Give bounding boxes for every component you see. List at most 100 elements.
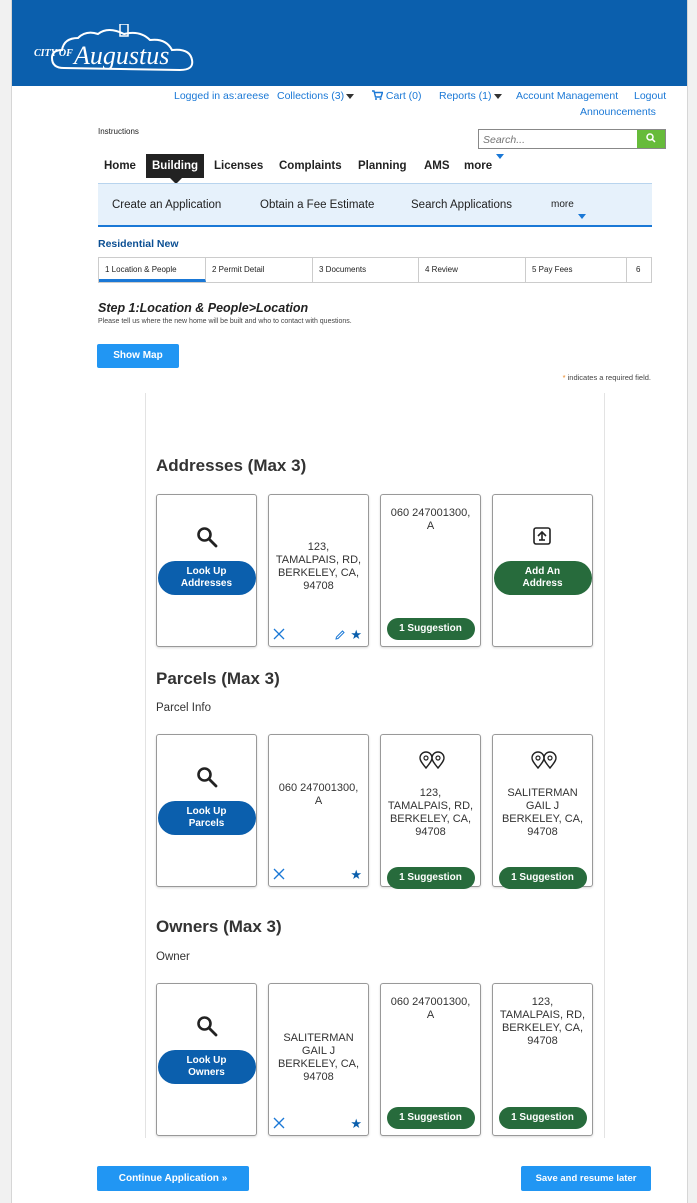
map-pin-icon bbox=[531, 751, 557, 769]
save-resume-later-button[interactable]: Save and resume later bbox=[521, 1166, 651, 1191]
suggestion-button[interactable]: 1 Suggestion bbox=[498, 1107, 587, 1129]
logged-in-link[interactable]: Logged in as:areese bbox=[174, 90, 269, 102]
owner-text: SALITERMAN GAIL J BERKELEY, CA, 94708 bbox=[493, 787, 592, 839]
add-label-1: Add An bbox=[524, 566, 561, 577]
parcel-line: 060 247001300, bbox=[278, 782, 359, 794]
nav-home[interactable]: Home bbox=[104, 154, 136, 178]
search-button[interactable] bbox=[637, 130, 665, 148]
lookup-addresses-card[interactable]: Look Up Addresses bbox=[156, 494, 257, 647]
add-address-button-wrap: Add An Address bbox=[493, 561, 592, 595]
show-map-button[interactable]: Show Map bbox=[97, 344, 179, 368]
continue-application-button[interactable]: Continue Application » bbox=[97, 1166, 249, 1191]
address-text: 123, TAMALPAIS, RD, BERKELEY, CA, 94708 bbox=[381, 787, 480, 839]
global-search bbox=[478, 129, 666, 149]
parcel-address-card[interactable]: 123, TAMALPAIS, RD, BERKELEY, CA, 94708 … bbox=[380, 734, 481, 889]
owner-parcel-card[interactable]: 060 247001300, A 1 Suggestion bbox=[380, 983, 481, 1136]
nav-planning[interactable]: Planning bbox=[358, 154, 407, 178]
announcements-link[interactable]: Announcements bbox=[580, 106, 656, 118]
account-management-link[interactable]: Account Management bbox=[516, 90, 618, 102]
parcels-title: Parcels (Max 3) bbox=[156, 669, 280, 688]
step-3[interactable]: 3 Documents bbox=[313, 258, 419, 282]
suggestion-button[interactable]: 1 Suggestion bbox=[498, 867, 587, 889]
caret-down-icon bbox=[493, 93, 502, 99]
close-icon[interactable] bbox=[273, 868, 285, 880]
nav-licenses[interactable]: Licenses bbox=[214, 154, 263, 178]
owner-line: BERKELEY, CA, bbox=[277, 1058, 360, 1070]
suggestion-button-wrap: 1 Suggestion bbox=[493, 867, 592, 889]
suggestion-button-wrap: 1 Suggestion bbox=[493, 1107, 592, 1129]
lookup-addresses-button[interactable]: Look Up Addresses bbox=[157, 561, 256, 595]
owner-line: GAIL J bbox=[301, 1045, 336, 1057]
address-line: 123, bbox=[307, 541, 330, 553]
nav-building[interactable]: Building bbox=[146, 154, 204, 178]
address-line: 94708 bbox=[415, 826, 446, 838]
address-line: 123, bbox=[531, 996, 554, 1008]
lookup-label-1: Look Up bbox=[186, 1055, 227, 1066]
add-address-button[interactable]: Add An Address bbox=[493, 561, 592, 595]
step-2[interactable]: 2 Permit Detail bbox=[206, 258, 313, 282]
owner-line: 94708 bbox=[527, 826, 558, 838]
logout-link[interactable]: Logout bbox=[634, 90, 666, 102]
parcels-subtitle: Parcel Info bbox=[156, 702, 211, 714]
step-6[interactable]: 6 bbox=[627, 258, 652, 282]
subnav-create-application[interactable]: Create an Application bbox=[112, 199, 221, 211]
star-icon[interactable]: ★ bbox=[350, 868, 362, 881]
caret-down-icon bbox=[346, 93, 355, 99]
cart-link[interactable]: Cart (0) bbox=[372, 90, 422, 102]
address-card[interactable]: 123, TAMALPAIS, RD, BERKELEY, CA, 94708 … bbox=[268, 494, 369, 647]
step-progress: 1 Location & People 2 Permit Detail 3 Do… bbox=[98, 257, 652, 283]
subnav-fee-estimate[interactable]: Obtain a Fee Estimate bbox=[260, 199, 374, 211]
nav-complaints[interactable]: Complaints bbox=[279, 154, 342, 178]
step-title: Step 1:Location & People>Location bbox=[98, 301, 309, 315]
address-line: 123, bbox=[419, 787, 442, 799]
instructions-link[interactable]: Instructions bbox=[98, 127, 139, 136]
owners-title: Owners (Max 3) bbox=[156, 917, 282, 936]
reports-link[interactable]: Reports (1) bbox=[439, 90, 502, 102]
collections-link[interactable]: Collections (3) bbox=[277, 90, 355, 102]
lookup-owners-card[interactable]: Look Up Owners bbox=[156, 983, 257, 1136]
parcel-line: A bbox=[426, 520, 435, 532]
suggestion-button[interactable]: 1 Suggestion bbox=[386, 618, 475, 640]
collections-label: Collections (3) bbox=[277, 90, 345, 102]
suggestion-button[interactable]: 1 Suggestion bbox=[386, 1107, 475, 1129]
caret-down-icon bbox=[577, 214, 586, 219]
lookup-parcels-button[interactable]: Look Up Parcels bbox=[157, 801, 256, 835]
nav-more[interactable]: more bbox=[464, 154, 505, 178]
lookup-addresses-button-wrap: Look Up Addresses bbox=[157, 561, 256, 595]
parcel-card[interactable]: 060 247001300, A ★ bbox=[268, 734, 369, 887]
add-label-2: Address bbox=[522, 578, 563, 589]
required-star: * bbox=[562, 373, 566, 382]
subnav-more[interactable]: more bbox=[551, 199, 586, 219]
step-5[interactable]: 5 Pay Fees bbox=[526, 258, 627, 282]
suggestion-button-wrap: 1 Suggestion bbox=[381, 618, 480, 640]
add-address-card[interactable]: Add An Address bbox=[492, 494, 593, 647]
lookup-parcels-card[interactable]: Look Up Parcels bbox=[156, 734, 257, 887]
owner-card[interactable]: SALITERMAN GAIL J BERKELEY, CA, 94708 ★ bbox=[268, 983, 369, 1136]
close-icon[interactable] bbox=[273, 1117, 285, 1129]
page-frame-right bbox=[687, 0, 697, 1203]
nav-more-label: more bbox=[464, 160, 493, 172]
subnav-search-applications[interactable]: Search Applications bbox=[411, 199, 512, 211]
lookup-label-2: Owners bbox=[188, 1067, 225, 1078]
step-1[interactable]: 1 Location & People bbox=[99, 258, 206, 282]
lookup-label-2: Addresses bbox=[180, 578, 233, 589]
parcel-owner-card[interactable]: SALITERMAN GAIL J BERKELEY, CA, 94708 1 … bbox=[492, 734, 593, 889]
owner-address-card[interactable]: 123, TAMALPAIS, RD, BERKELEY, CA, 94708 … bbox=[492, 983, 593, 1136]
close-icon[interactable] bbox=[273, 628, 285, 640]
pencil-icon[interactable] bbox=[334, 629, 346, 641]
parcel-text: 060 247001300, A bbox=[381, 507, 480, 533]
step-4[interactable]: 4 Review bbox=[419, 258, 526, 282]
lookup-owners-button-wrap: Look Up Owners bbox=[157, 1050, 256, 1084]
parcel-line: A bbox=[426, 1009, 435, 1021]
address-parcel-card[interactable]: 060 247001300, A 1 Suggestion bbox=[380, 494, 481, 647]
city-logo[interactable]: CITY OF Augustus bbox=[34, 24, 209, 76]
lookup-owners-button[interactable]: Look Up Owners bbox=[157, 1050, 256, 1084]
star-icon[interactable]: ★ bbox=[350, 628, 362, 641]
search-input[interactable] bbox=[479, 131, 631, 149]
suggestion-button[interactable]: 1 Suggestion bbox=[386, 867, 475, 889]
parcel-text: 060 247001300, A bbox=[269, 782, 368, 808]
logo-prefix: CITY OF bbox=[34, 48, 73, 59]
caret-down-icon bbox=[496, 154, 505, 178]
star-icon[interactable]: ★ bbox=[350, 1117, 362, 1130]
nav-ams[interactable]: AMS bbox=[424, 154, 450, 178]
